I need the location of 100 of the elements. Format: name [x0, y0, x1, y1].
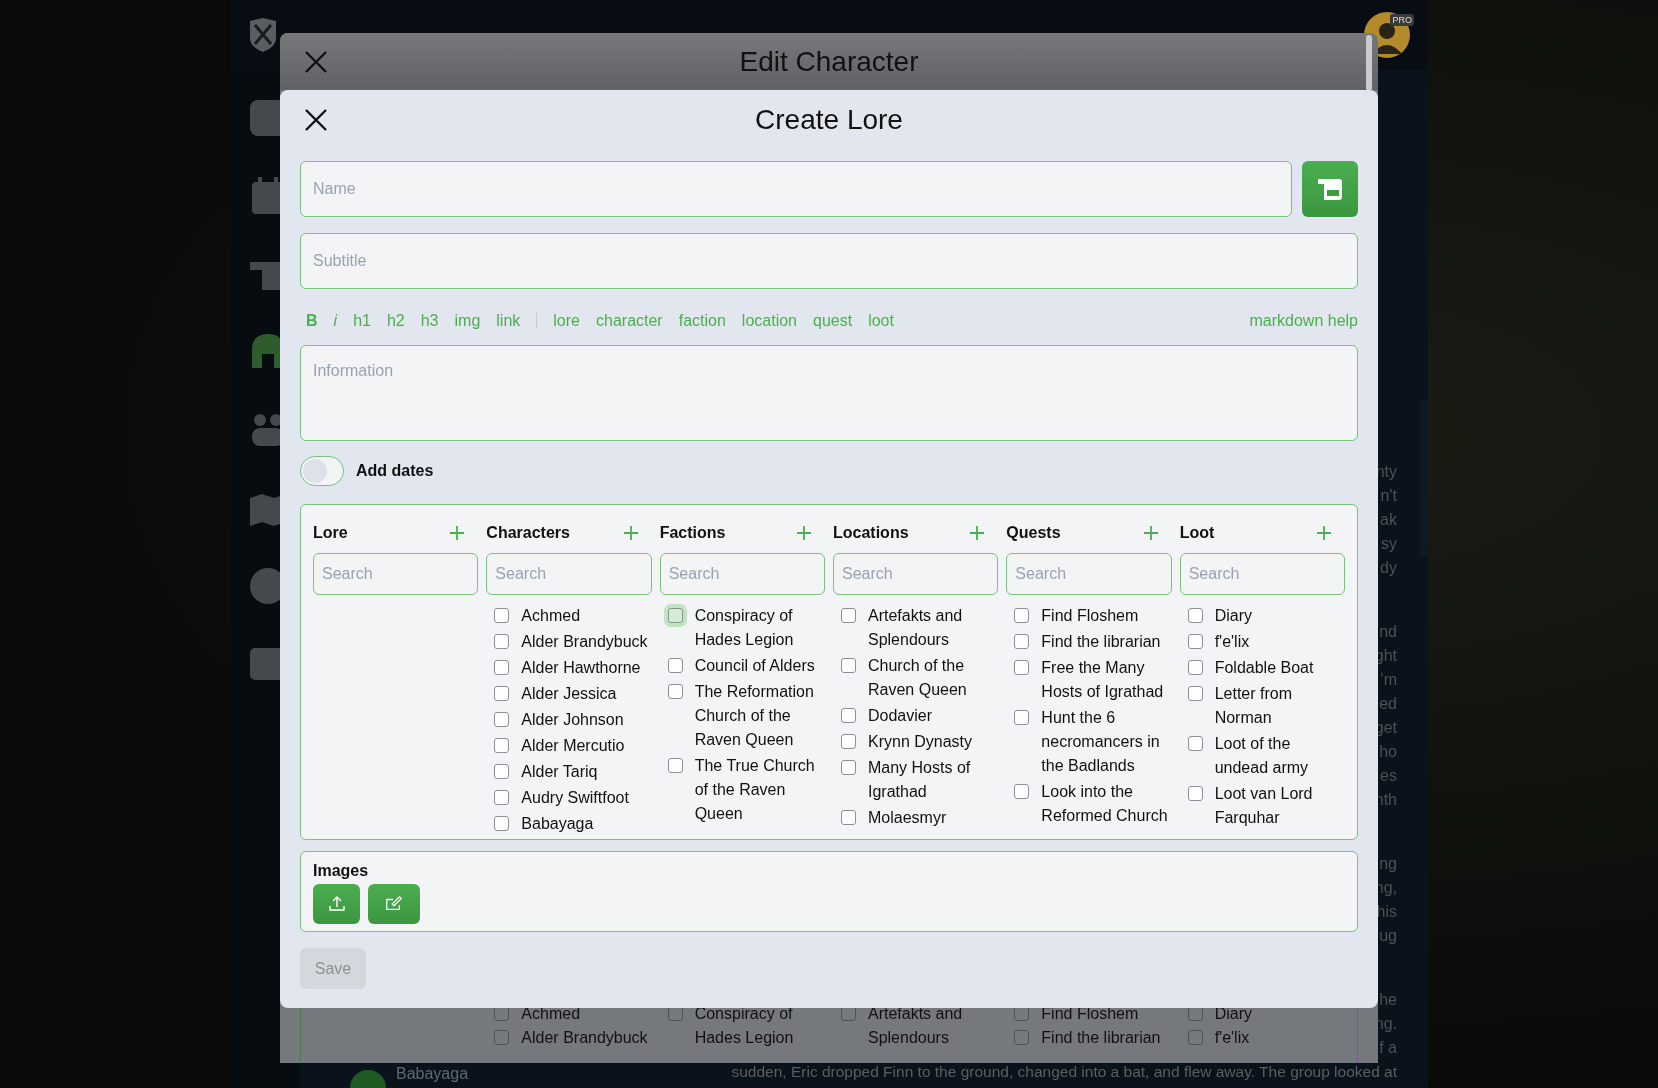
information-field[interactable]: Information [300, 345, 1358, 441]
format-button[interactable]: link [496, 312, 521, 330]
search-field[interactable]: Search [313, 553, 479, 595]
column-title: Lore [313, 524, 348, 542]
story-text: sudden, Eric dropped Finn to the ground, changed into a bat, and flew away. The group looked at [731, 1062, 1397, 1082]
column-title: Factions [659, 524, 726, 542]
checkbox[interactable] [1014, 660, 1030, 675]
story-text: ed [1379, 694, 1397, 714]
checkbox[interactable] [1187, 608, 1203, 623]
checkbox[interactable] [1014, 634, 1030, 649]
checkbox[interactable] [1014, 784, 1030, 799]
checkbox[interactable] [494, 660, 510, 675]
checkbox[interactable] [1014, 608, 1030, 623]
dialog-title: Edit Character [739, 45, 919, 78]
story-text: dy [1380, 558, 1397, 578]
item-label: Audry Swiftfoot [521, 788, 629, 808]
checkbox[interactable] [494, 764, 510, 779]
checkbox[interactable] [1014, 710, 1030, 725]
checkbox[interactable] [494, 816, 510, 831]
column-title: Locations [833, 524, 909, 542]
checkbox[interactable] [494, 738, 510, 753]
item-label: Find Floshem [1041, 606, 1139, 626]
checkbox[interactable] [667, 758, 683, 773]
item-label: Alder Jessica [521, 684, 617, 704]
plus-icon[interactable] [970, 526, 985, 540]
checkbox[interactable] [1187, 1030, 1203, 1045]
item-label: Letter from Norman [1214, 684, 1293, 728]
format-button[interactable]: img [454, 312, 481, 330]
checkbox[interactable] [494, 686, 510, 701]
checkbox[interactable] [1187, 686, 1203, 701]
checkbox[interactable] [667, 684, 683, 699]
insert-link-button[interactable]: quest [813, 312, 853, 330]
item-label: Diary [1214, 606, 1252, 626]
item-label: Many Hosts of Igrathad [868, 758, 972, 802]
plus-icon[interactable] [450, 526, 465, 540]
plus-icon[interactable] [1317, 526, 1331, 540]
insert-link-button[interactable]: loot [868, 312, 894, 330]
plus-icon[interactable] [1143, 526, 1158, 540]
insert-link-button[interactable]: faction [678, 312, 726, 330]
subtitle-field[interactable]: Subtitle [300, 233, 1358, 289]
edit-button[interactable] [368, 884, 420, 924]
crossed-swords-icon[interactable] [248, 18, 278, 52]
close-icon[interactable] [304, 108, 328, 132]
item-label: Conspiracy of Hades Legion [694, 1004, 795, 1048]
format-button[interactable]: B [306, 312, 318, 330]
checkbox[interactable] [1187, 660, 1203, 675]
checkbox[interactable] [841, 810, 856, 825]
upload-button[interactable] [313, 884, 360, 924]
item-label: Artefakts and Splendours [868, 1004, 964, 1048]
item-label: Hunt the 6 necromancers in the Badlands [1041, 708, 1161, 776]
checkbox[interactable] [1014, 1030, 1030, 1045]
checkbox[interactable] [841, 734, 856, 749]
story-text: his [1376, 902, 1397, 922]
checkbox[interactable] [494, 608, 510, 623]
item-label: Alder Brandybuck [521, 632, 648, 652]
checkbox[interactable] [1187, 634, 1203, 649]
search-field[interactable]: Search [833, 553, 999, 595]
format-button[interactable]: h2 [386, 312, 405, 330]
format-button[interactable]: h3 [420, 312, 439, 330]
scrollbar-thumb[interactable] [1366, 35, 1372, 91]
item-label: Conspiracy of Hades Legion [694, 606, 795, 650]
checkbox[interactable] [1187, 736, 1203, 751]
item-label: Free the Many Hosts of Igrathad [1041, 658, 1165, 702]
checkbox[interactable] [841, 760, 856, 775]
checkbox[interactable] [494, 1030, 510, 1045]
checkbox[interactable] [494, 790, 510, 805]
insert-link-button[interactable]: location [741, 312, 797, 330]
toggle-switch[interactable] [300, 456, 344, 486]
checkbox[interactable] [667, 658, 683, 673]
item-label: Council of Alders [694, 656, 815, 676]
checkbox[interactable] [841, 658, 856, 673]
search-field[interactable]: Search [486, 553, 652, 595]
search-field[interactable]: Search [1179, 553, 1345, 595]
checkbox[interactable] [494, 634, 510, 649]
checkbox[interactable] [494, 712, 510, 727]
search-field[interactable]: Search [1006, 553, 1172, 595]
toggle-label: Add dates [356, 462, 434, 480]
item-label: Krynn Dynasty [868, 732, 973, 752]
item-label: f'e'lix [1214, 1028, 1250, 1048]
checkbox[interactable] [1187, 786, 1203, 801]
insert-link-button[interactable]: character [596, 312, 663, 330]
edit-icon [385, 895, 403, 913]
column-title: Quests [1006, 524, 1061, 542]
insert-link-button[interactable]: lore [553, 312, 580, 330]
format-button[interactable]: h1 [353, 312, 371, 330]
name-field[interactable]: Name [300, 161, 1292, 217]
checkbox[interactable] [841, 608, 856, 623]
item-label: The Reformation Church of the Raven Queen [694, 682, 815, 750]
plus-icon[interactable] [623, 526, 638, 540]
scroll-button[interactable] [1302, 161, 1358, 217]
story-text: es [1380, 766, 1397, 786]
item-label: Alder Johnson [521, 710, 624, 730]
item-label: Find the librarian [1041, 1028, 1161, 1048]
plus-icon[interactable] [797, 526, 811, 540]
character-name[interactable]: Babayaga [396, 1062, 469, 1086]
help-link[interactable]: markdown help [1249, 312, 1358, 330]
format-button[interactable]: i [333, 312, 338, 330]
item-label: Achmed [521, 1004, 581, 1024]
search-field[interactable]: Search [659, 553, 825, 595]
checkbox[interactable] [841, 708, 856, 723]
